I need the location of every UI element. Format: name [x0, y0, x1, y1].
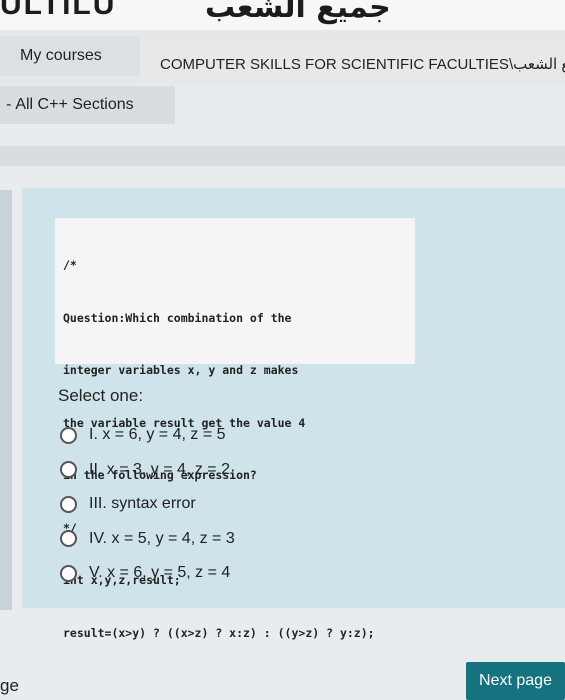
answer-option-label: III. syntax error [89, 495, 196, 513]
answer-option[interactable]: IV. x = 5, y = 4, z = 3 [58, 522, 235, 557]
divider-strip [0, 146, 565, 166]
top-banner: ULTILU جميع الشعب [0, 0, 565, 30]
radio-button[interactable] [60, 426, 77, 444]
breadcrumb-course-label: COMPUTER SKILLS FOR SCIENTIFIC FACULTIES… [160, 56, 565, 73]
answer-option-label: IV. x = 5, y = 4, z = 3 [89, 529, 235, 547]
answer-option[interactable]: II. x = 3, y = 4, z = 2 [58, 453, 235, 488]
left-panel-edge [0, 190, 12, 610]
question-code-block: /* Question:Which combination of the int… [55, 218, 415, 640]
breadcrumb-sections[interactable]: - All C++ Sections [0, 86, 175, 124]
radio-button[interactable] [60, 530, 77, 548]
code-line: result=(x>y) ? ((x>z) ? x:z) : ((y>z) ? … [63, 625, 375, 640]
banner-arabic-title: جميع الشعب [205, 0, 391, 25]
answer-option[interactable]: V. x = 6, y = 5, z = 4 [58, 556, 235, 591]
code-line: Question:Which combination of the [63, 310, 292, 325]
radio-button[interactable] [60, 564, 77, 582]
answer-options: I. x = 6, y = 4, z = 5 II. x = 3, y = 4,… [58, 418, 235, 591]
previous-page-fragment[interactable]: ge [0, 676, 19, 696]
answer-option-label: II. x = 3, y = 4, z = 2 [89, 460, 230, 478]
breadcrumb-course[interactable]: COMPUTER SKILLS FOR SCIENTIFIC FACULTIES… [140, 44, 565, 84]
radio-button[interactable] [60, 495, 77, 513]
breadcrumb-sections-marker: - [6, 96, 12, 113]
answer-option-label: V. x = 6, y = 5, z = 4 [89, 564, 231, 582]
breadcrumb-my-courses-label: My courses [20, 47, 102, 64]
answer-option[interactable]: III. syntax error [58, 487, 235, 522]
breadcrumb-sections-label: All C++ Sections [15, 96, 134, 113]
next-page-button[interactable]: Next page [466, 662, 565, 700]
select-one-prompt: Select one: [58, 386, 144, 405]
code-line: /* [63, 258, 77, 272]
code-line: integer variables x, y and z makes [63, 363, 299, 377]
answer-option-label: I. x = 6, y = 4, z = 5 [89, 426, 226, 444]
radio-button[interactable] [60, 461, 77, 479]
answer-option[interactable]: I. x = 6, y = 4, z = 5 [58, 418, 235, 453]
banner-fragment: ULTILU [0, 0, 117, 21]
breadcrumb-my-courses[interactable]: My courses [0, 36, 140, 76]
next-page-label: Next page [479, 672, 552, 689]
